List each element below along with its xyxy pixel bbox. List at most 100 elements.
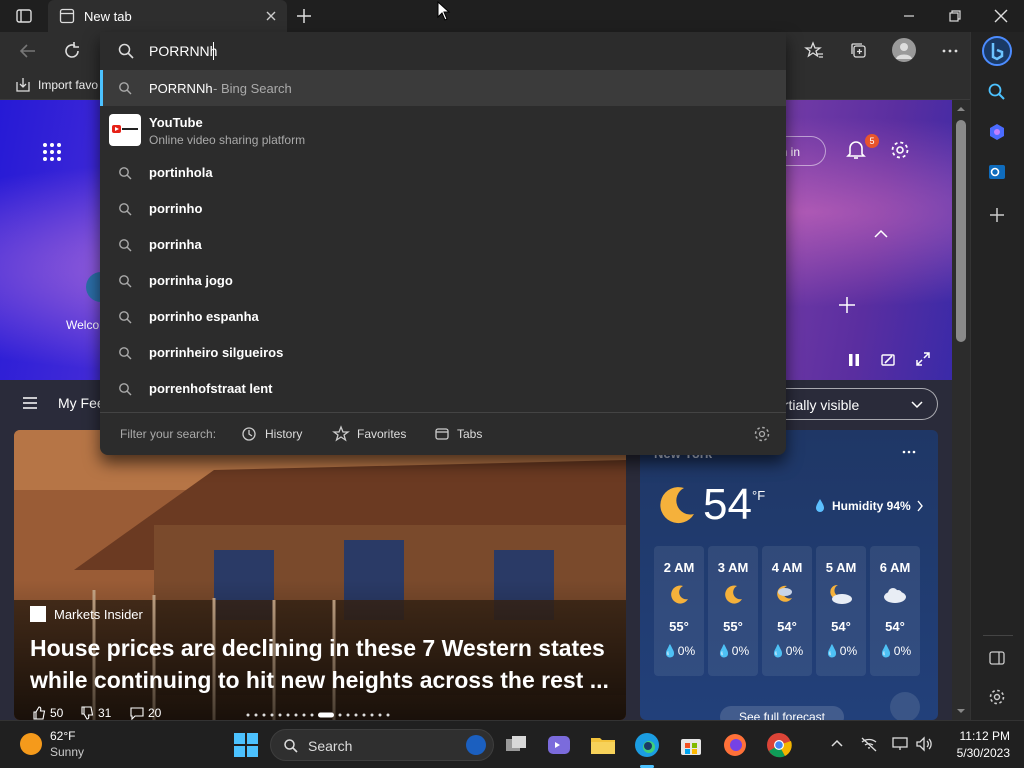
sidebar-copilot-button[interactable]: [987, 122, 1007, 142]
sidebar-outlook-button[interactable]: [987, 162, 1007, 182]
settings-more-button[interactable]: [940, 44, 960, 58]
weather-more-icon[interactable]: [902, 450, 916, 454]
youtube-logo-icon: [109, 114, 141, 146]
suggestion-item[interactable]: porrinha jogo: [100, 263, 786, 299]
minimize-button[interactable]: [900, 8, 918, 24]
display-tray-icon[interactable]: [891, 736, 909, 752]
page-settings-button[interactable]: [889, 139, 911, 161]
filter-tabs-button[interactable]: Tabs: [457, 427, 482, 441]
scrollbar-thumb[interactable]: [956, 120, 966, 342]
microsoft-store-icon[interactable]: [677, 731, 705, 759]
news-card[interactable]: Markets Insider House prices are declini…: [14, 430, 626, 720]
site-title: YouTube: [149, 115, 203, 130]
hour-temp: 54°: [885, 619, 905, 634]
hourly-forecast-6am[interactable]: 6 AM 54° 💧0%: [870, 546, 920, 676]
suggestion-item[interactable]: porrinho espanha: [100, 299, 786, 335]
tab-actions-button[interactable]: [14, 7, 34, 25]
temperature-unit: °F: [752, 488, 766, 503]
suggestion-item[interactable]: porrenhofstraat lent: [100, 371, 786, 407]
weather-widget[interactable]: 62°F Sunny: [20, 727, 110, 763]
notifications-button[interactable]: 5: [845, 134, 879, 162]
edge-icon[interactable]: [633, 731, 661, 759]
hour-time: 3 AM: [717, 560, 749, 575]
dislike-count: 31: [98, 706, 112, 720]
content-visibility-dropdown[interactable]: artially visible: [772, 388, 938, 420]
hour-time: 5 AM: [825, 560, 857, 575]
apps-launcher-icon[interactable]: [42, 142, 62, 162]
page-scrollbar[interactable]: [952, 100, 970, 720]
weather-map-button[interactable]: [890, 692, 920, 720]
search-icon: [119, 383, 132, 396]
filter-history-button[interactable]: History: [265, 427, 302, 441]
sidebar-toggle-icon: [989, 651, 1005, 665]
hourly-forecast-2am[interactable]: 2 AM 55° 💧0%: [654, 546, 704, 676]
teams-icon[interactable]: [545, 731, 573, 759]
clock-date: 5/30/2023: [956, 746, 1010, 760]
firefox-icon[interactable]: [721, 731, 749, 759]
network-tray-icon[interactable]: [860, 736, 878, 752]
chrome-icon[interactable]: [765, 731, 793, 759]
search-icon: [119, 275, 132, 288]
start-button[interactable]: [232, 731, 260, 759]
more-dots-icon: [942, 49, 958, 53]
scroll-up-icon[interactable]: [952, 104, 970, 114]
volume-tray-icon[interactable]: [915, 736, 933, 752]
scroll-down-icon[interactable]: [952, 706, 970, 716]
hour-time: 4 AM: [771, 560, 803, 575]
sidebar-add-button[interactable]: [988, 206, 1006, 224]
address-bar[interactable]: PORRNNh: [100, 32, 786, 70]
gear-icon[interactable]: [753, 425, 771, 443]
suggestion-item[interactable]: portinhola: [100, 155, 786, 191]
task-view-icon[interactable]: [502, 731, 530, 759]
file-explorer-icon[interactable]: [589, 731, 617, 759]
suggestion-item[interactable]: porrinha: [100, 227, 786, 263]
suggestion-youtube[interactable]: YouTube Online video sharing platform: [100, 108, 786, 152]
suggestion-item[interactable]: porrinheiro silgueiros: [100, 335, 786, 371]
clock[interactable]: 11:12 PM 5/30/2023: [948, 729, 1010, 761]
add-shortcut-icon[interactable]: [837, 295, 857, 315]
gear-icon: [891, 141, 909, 159]
feed-menu-icon[interactable]: [22, 396, 38, 410]
hour-precip: 💧0%: [770, 644, 804, 658]
filter-favorites-button[interactable]: Favorites: [357, 427, 406, 441]
windows-logo-icon: [234, 733, 258, 757]
tab-new-tab[interactable]: New tab: [48, 0, 287, 32]
hourly-forecast-3am[interactable]: 3 AM 55° 💧0%: [708, 546, 758, 676]
weather-card[interactable]: New York 54 °F Humidity 94% 2 AM 55° 💧0%…: [640, 430, 938, 720]
favorites-button[interactable]: [804, 41, 824, 61]
suggestion-item[interactable]: porrinho: [100, 191, 786, 227]
carousel-dots[interactable]: [244, 711, 394, 719]
taskbar-search-box[interactable]: Search: [270, 729, 494, 761]
address-input[interactable]: PORRNNh: [149, 43, 217, 59]
refresh-button[interactable]: [62, 41, 82, 61]
see-full-forecast-button[interactable]: See full forecast: [720, 706, 844, 720]
expand-button[interactable]: [915, 351, 931, 367]
collapse-chevron-icon[interactable]: [873, 228, 889, 240]
edit-image-icon: [881, 354, 895, 366]
new-tab-button[interactable]: [295, 7, 313, 25]
chevron-right-icon: [917, 500, 923, 512]
tab-bar: New tab: [0, 0, 1024, 32]
collections-button[interactable]: [849, 41, 869, 61]
show-hidden-icons-button[interactable]: [830, 738, 844, 748]
sidebar-settings-button[interactable]: [988, 688, 1006, 706]
like-count: 50: [50, 706, 64, 720]
chevron-down-icon: [911, 401, 923, 409]
close-tab-icon[interactable]: [264, 9, 278, 23]
hourly-forecast-5am[interactable]: 5 AM 54° 💧0%: [816, 546, 866, 676]
pause-background-button[interactable]: [846, 352, 862, 368]
hourly-forecast-4am[interactable]: 4 AM 54° 💧0%: [762, 546, 812, 676]
edit-background-button[interactable]: [880, 352, 896, 368]
close-window-button[interactable]: [992, 7, 1010, 25]
my-feed-tab[interactable]: My Fee: [58, 395, 105, 411]
suggestion-bing-search[interactable]: PORRNNh - Bing Search: [100, 70, 786, 106]
news-headline[interactable]: House prices are declining in these 7 We…: [30, 632, 610, 696]
profile-button[interactable]: [892, 38, 916, 62]
bing-chat-button[interactable]: [982, 36, 1012, 66]
hide-sidebar-button[interactable]: [988, 649, 1006, 667]
back-button[interactable]: [18, 42, 38, 60]
restore-button[interactable]: [946, 8, 964, 24]
sidebar-search-button[interactable]: [987, 82, 1007, 102]
suggestion-text: porrinha: [149, 237, 202, 252]
text-cursor: [213, 42, 214, 60]
